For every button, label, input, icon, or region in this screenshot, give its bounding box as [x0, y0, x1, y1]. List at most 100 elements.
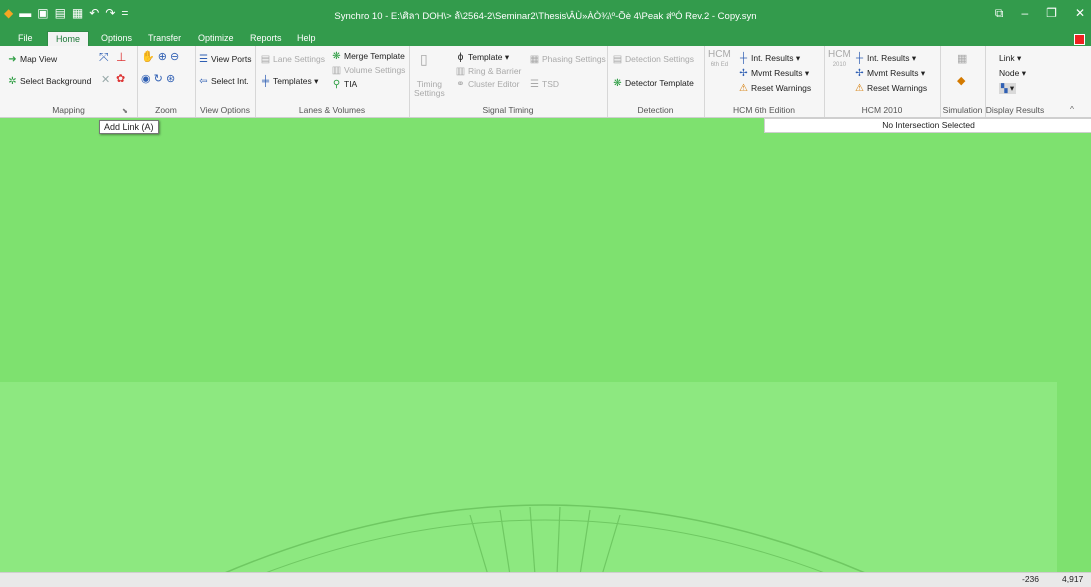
timing-settings-icon[interactable]: ▯ — [420, 52, 428, 66]
template-button[interactable]: ϕ Template ▾ — [455, 52, 509, 63]
cross-icon: ┼ — [855, 53, 864, 64]
group-label-view-options: View Options — [200, 105, 250, 115]
add-link-tooltip: Add Link (A) — [99, 120, 159, 134]
merge-template-icon: ❋ — [332, 51, 341, 62]
add-node-button[interactable]: ⊥ — [116, 50, 127, 64]
edit-map-icon: ✿ — [116, 73, 126, 85]
detector-template-icon: ❋ — [613, 78, 622, 89]
status-x-coordinate: -236 — [1022, 574, 1040, 584]
intersection-info-bar: No Intersection Selected — [764, 118, 1091, 133]
timing-settings-button[interactable]: Timing Settings — [414, 80, 445, 98]
collapse-ribbon-icon[interactable]: ^ — [1070, 104, 1074, 115]
background-icon: ✲ — [8, 76, 17, 87]
group-label-signal-timing: Signal Timing — [482, 105, 534, 115]
group-label-display-results: Display Results — [985, 105, 1045, 115]
window-controls: ⧉ – ❐ ✕ — [995, 6, 1085, 21]
zoom-tools-bottom: ◉ ↻ ⊛ — [141, 74, 175, 85]
tab-optimize[interactable]: Optimize — [190, 31, 242, 46]
zoom-out-icon[interactable]: ⊖ — [170, 51, 179, 63]
node-dropdown[interactable]: Node ▾ — [999, 68, 1026, 79]
tab-reports[interactable]: Reports — [242, 31, 290, 46]
view-ports-icon: ☰ — [199, 54, 208, 65]
select-background-button[interactable]: ✲ Select Background — [7, 76, 91, 87]
add-link-button[interactable]: ⤧ — [99, 50, 109, 64]
hcm2010-int-results-button[interactable]: ┼ Int. Results ▾ — [854, 53, 916, 64]
tia-button[interactable]: ⚲ TIA — [331, 79, 357, 90]
group-detection: ▤ Detection Settings ❋ Detector Template D… — [607, 46, 705, 117]
cross-icon: ┼ — [739, 53, 748, 64]
chevron-down-icon: ▾ — [504, 52, 510, 62]
simulation-settings-icon[interactable]: ▦ — [957, 54, 967, 65]
maximize-button[interactable]: ❐ — [1046, 6, 1057, 21]
group-label-zoom: Zoom — [155, 105, 177, 115]
hcm6-mvmt-results-button[interactable]: ✢ Mvmt Results ▾ — [738, 68, 809, 79]
ribbon-close-icon[interactable] — [1074, 34, 1085, 45]
close-button[interactable]: ✕ — [1075, 6, 1085, 21]
volume-settings-icon: ▥ — [331, 65, 342, 76]
group-label-mapping: Mapping — [52, 105, 85, 115]
ring-barrier-icon: ▥ — [455, 66, 466, 77]
pan-icon[interactable]: ✋ — [141, 51, 155, 63]
group-label-hcm-6th: HCM 6th Edition — [733, 105, 795, 115]
detection-settings-icon: ▤ — [612, 54, 623, 65]
group-hcm-2010: HCM 2010 ┼ Int. Results ▾ ✢ Mvmt Results ▾ … — [824, 46, 941, 117]
link-dropdown[interactable]: Link ▾ — [999, 53, 1021, 64]
templates-button[interactable]: ╪ Templates ▾ — [260, 76, 318, 87]
chevron-down-icon: ▾ — [314, 76, 319, 86]
tsd-button[interactable]: ☰ TSD — [529, 79, 559, 90]
group-signal-timing: ▯ Timing Settings ϕ Template ▾ ▦ Phasing Se… — [409, 46, 608, 117]
group-zoom: ✋ ⊕ ⊖ ◉ ↻ ⊛ Zoom — [137, 46, 196, 117]
group-lanes-volumes: ▤ Lane Settings ❋ Merge Template ▥ Volume S… — [255, 46, 410, 117]
tab-home[interactable]: Home — [47, 31, 90, 47]
group-view-options: ☰ View Ports ⇦ Select Int. View Options — [195, 46, 256, 117]
select-int-button[interactable]: ⇦ Select Int. — [198, 76, 249, 87]
select-int-icon: ⇦ — [199, 76, 208, 87]
detector-template-button[interactable]: ❋ Detector Template — [612, 78, 694, 89]
restore-layout-icon[interactable]: ⧉ — [995, 6, 1004, 21]
tab-transfer[interactable]: Transfer — [140, 31, 189, 46]
hcm2010-reset-warnings-button[interactable]: ⚠ Reset Warnings — [854, 83, 927, 94]
delete-icon: ✕ — [101, 74, 111, 86]
ribbon: ➜ Map View ✲ Select Background ⤧ ⊥ ✕ ✿ Map… — [0, 46, 1091, 118]
title-bar: ◆ ▬ ▣ ▤ ▦ ↶ ↷ = Synchro 10 - E:\ศิลา DOH… — [0, 0, 1091, 31]
add-node-icon: ⊥ — [116, 50, 127, 64]
hcm2010-mvmt-results-button[interactable]: ✢ Mvmt Results ▾ — [854, 68, 925, 79]
cluster-editor-button[interactable]: ⚭ Cluster Editor — [455, 79, 519, 90]
detection-settings-button[interactable]: ▤ Detection Settings — [612, 54, 694, 65]
map-view-button[interactable]: ➜ Map View — [7, 54, 57, 65]
group-label-detection: Detection — [637, 105, 674, 115]
status-bar: -236 4,917 — [0, 572, 1091, 587]
hcm6-reset-warnings-button[interactable]: ⚠ Reset Warnings — [738, 83, 811, 94]
tab-options[interactable]: Options — [93, 31, 140, 46]
zoom-in-icon[interactable]: ⊕ — [158, 51, 167, 63]
zoom-all-icon[interactable]: ◉ — [141, 73, 151, 85]
status-y-coordinate: 4,917 — [1062, 574, 1084, 584]
tab-file[interactable]: File — [10, 31, 41, 46]
merge-template-button[interactable]: ❋ Merge Template — [331, 51, 405, 62]
volume-settings-button[interactable]: ▥ Volume Settings — [331, 65, 406, 76]
ring-barrier-button[interactable]: ▥ Ring & Barrier — [455, 66, 522, 77]
hcm6-int-results-button[interactable]: ┼ Int. Results ▾ — [738, 53, 800, 64]
tab-help[interactable]: Help — [289, 31, 324, 46]
group-label-simulation: Simulation — [942, 105, 983, 115]
watermark-seal — [219, 504, 871, 575]
zoom-scale-icon[interactable]: ⊛ — [166, 73, 175, 85]
lane-settings-button[interactable]: ▤ Lane Settings — [260, 54, 325, 65]
window-title: Synchro 10 - E:\ศิลา DOH\> ล้\2564-2\Sem… — [334, 11, 757, 22]
templates-icon: ╪ — [261, 76, 270, 87]
minimize-button[interactable]: – — [1021, 6, 1028, 21]
map-view-icon: ➜ — [8, 54, 17, 65]
group-label-hcm-2010: HCM 2010 — [861, 105, 903, 115]
view-ports-button[interactable]: ☰ View Ports — [198, 54, 251, 65]
group-label-lanes-volumes: Lanes & Volumes — [298, 105, 366, 115]
mapping-expand-icon[interactable]: ⬊ — [122, 106, 128, 117]
zoom-previous-icon[interactable]: ↻ — [154, 73, 163, 85]
simtraffic-icon[interactable]: ◆ — [957, 76, 965, 87]
display-style-dropdown[interactable]: ▚ ▾ — [999, 83, 1017, 94]
phasing-settings-button[interactable]: ▦ Phasing Settings — [529, 54, 606, 65]
add-link-icon: ⤧ — [99, 50, 109, 64]
edit-map-button[interactable]: ✿ — [116, 74, 125, 85]
delete-button[interactable]: ✕ — [101, 75, 110, 86]
warning-icon: ⚠ — [739, 83, 748, 94]
warning-icon: ⚠ — [855, 83, 864, 94]
